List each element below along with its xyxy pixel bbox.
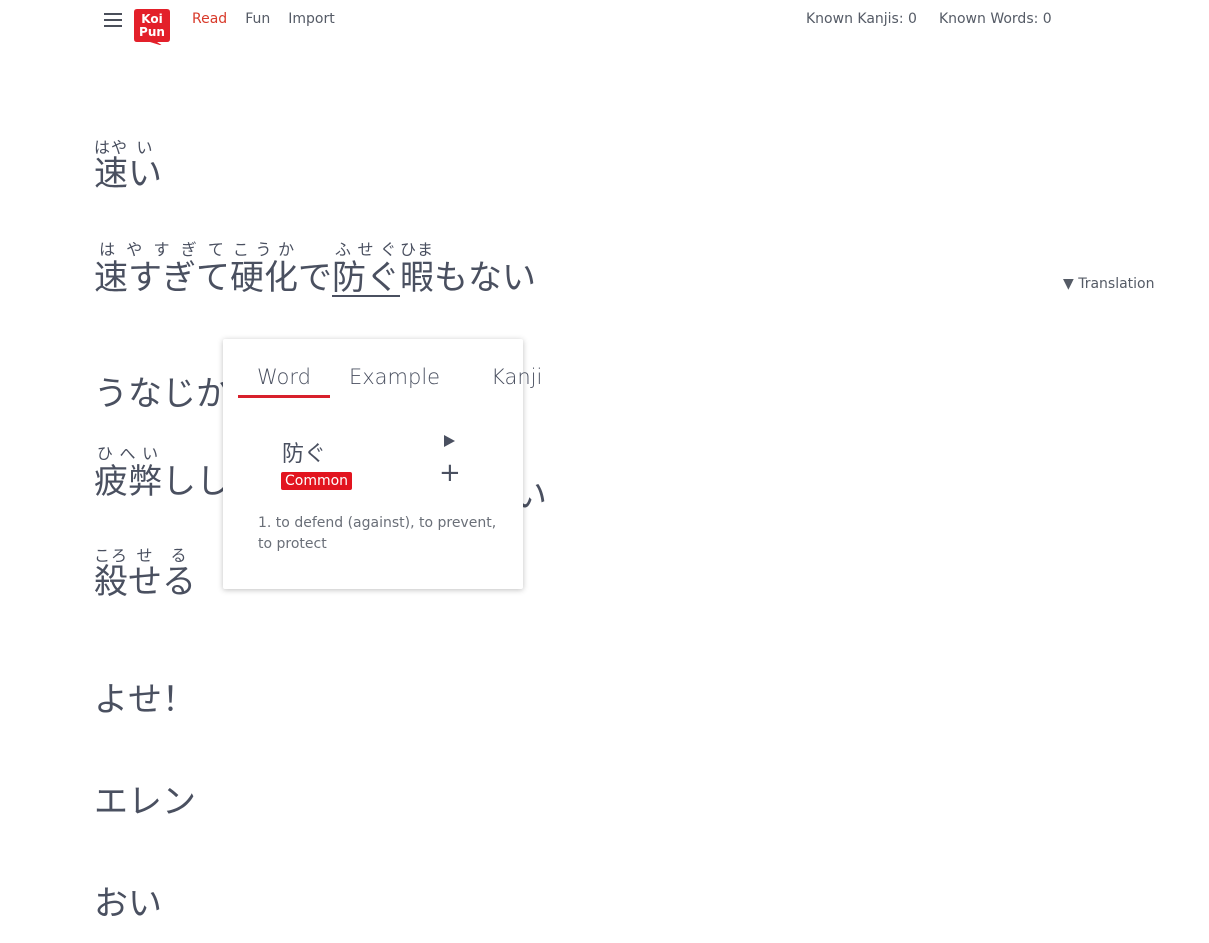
word[interactable]: しし​ bbox=[162, 444, 230, 502]
koipun-logo[interactable]: Koi Pun bbox=[133, 7, 171, 45]
nav-fun[interactable]: Fun bbox=[245, 11, 270, 27]
stats: Known Kanjis: 0 Known Words: 0 bbox=[806, 11, 1052, 27]
word[interactable]: で​ bbox=[298, 240, 332, 298]
tab-word[interactable]: Word bbox=[238, 365, 330, 398]
top-navigation-bar: Koi Pun Read Fun Import Known Kanjis: 0 … bbox=[0, 0, 1209, 45]
nav-read[interactable]: Read bbox=[192, 11, 227, 27]
reading-line: うなじか bbox=[94, 366, 230, 415]
word[interactable]: うなじか bbox=[94, 374, 230, 414]
word[interactable]: おい bbox=[94, 884, 162, 924]
word[interactable]: 疲弊ひへい bbox=[94, 444, 162, 502]
tab-kanji[interactable]: Kanji bbox=[459, 365, 561, 398]
known-words-count: Known Words: 0 bbox=[938, 11, 1052, 27]
word[interactable]: いい bbox=[128, 138, 162, 194]
plus-icon[interactable]: + bbox=[439, 460, 461, 486]
reading-line: よせ！ bbox=[94, 672, 196, 721]
reading-line: 疲弊ひへいしし​ bbox=[94, 444, 230, 503]
hamburger-menu-icon[interactable] bbox=[104, 13, 122, 27]
entry-word: 防ぐ bbox=[282, 442, 327, 467]
word[interactable]: せるせる bbox=[128, 546, 196, 602]
popup-tabs: Word Example Kanji bbox=[238, 365, 561, 398]
word[interactable]: 殺ころ bbox=[94, 546, 128, 602]
reading-line: 殺ころせるせる bbox=[94, 546, 196, 603]
known-kanjis-count: Known Kanjis: 0 bbox=[806, 11, 917, 27]
reading-line: エレン bbox=[94, 774, 196, 823]
svg-text:Koi: Koi bbox=[141, 12, 162, 26]
word[interactable]: 硬化こうか bbox=[230, 240, 298, 298]
main-nav: Read Fun Import bbox=[192, 11, 335, 27]
nav-import[interactable]: Import bbox=[288, 11, 334, 27]
common-badge: Common bbox=[281, 472, 353, 490]
word[interactable]: もない​ bbox=[434, 240, 536, 298]
word-popup: Word Example Kanji 防ぐ Common + 1. to def… bbox=[223, 339, 542, 589]
word[interactable]: 速はや bbox=[94, 138, 128, 194]
play-audio-icon[interactable] bbox=[444, 435, 455, 447]
reading-line: 速はやいい bbox=[94, 138, 162, 195]
word[interactable]: よせ！ bbox=[94, 680, 196, 720]
reading-line: 速すぎてはやすぎて硬化こうかで​防ぐふせぐ暇ひまもない​ bbox=[94, 240, 536, 299]
reading-line: おい bbox=[94, 876, 162, 925]
word[interactable]: 速すぎてはやすぎて bbox=[94, 240, 230, 298]
selected-word[interactable]: 防ぐふせぐ bbox=[332, 240, 400, 298]
definition: 1. to defend (against), to prevent, to p… bbox=[258, 515, 497, 552]
tab-example[interactable]: Example bbox=[330, 365, 459, 398]
svg-text:Pun: Pun bbox=[139, 25, 165, 39]
word[interactable]: エレン bbox=[94, 782, 196, 822]
translation-toggle[interactable]: ▼ Translation bbox=[1063, 276, 1155, 292]
word[interactable]: 暇ひま bbox=[400, 240, 434, 298]
